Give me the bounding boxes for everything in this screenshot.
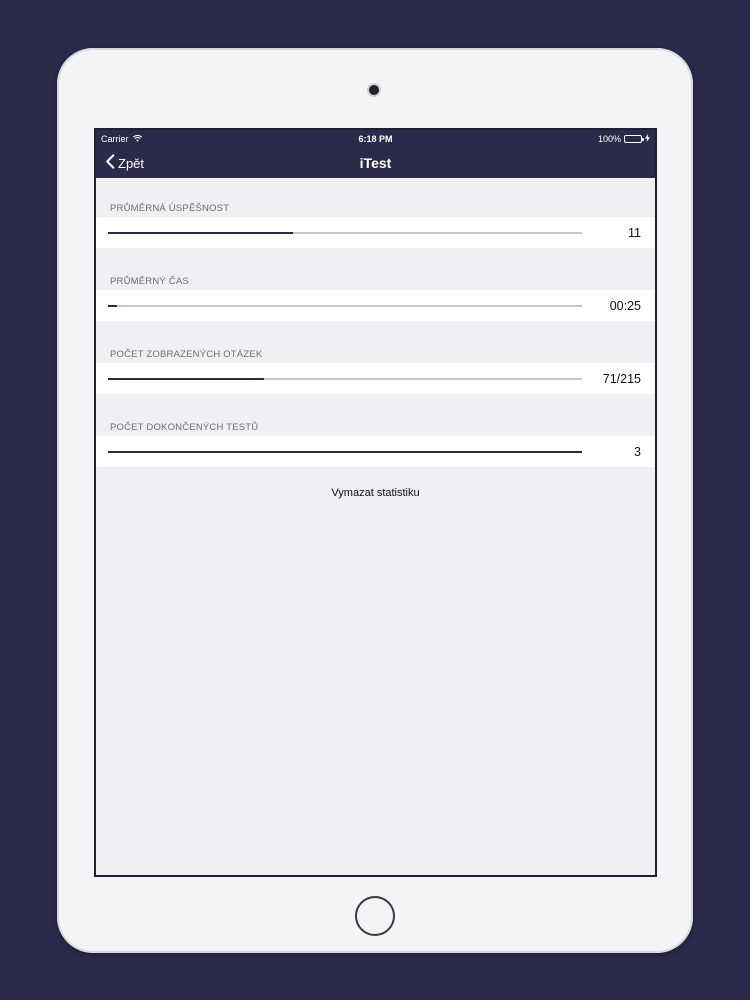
stat-section-success: PRŮMĚRNÁ ÚSPĚŠNOST 11 (96, 195, 655, 248)
battery-icon (624, 135, 644, 143)
section-header: PRŮMĚRNÝ ČAS (110, 276, 189, 287)
home-button[interactable] (355, 896, 395, 936)
navigation-bar: Zpět iTest (96, 148, 655, 178)
status-right: 100% (598, 134, 650, 144)
stat-row: 3 (96, 436, 655, 467)
charging-bolt-icon (645, 134, 650, 144)
top-bar: Carrier 6:18 PM 100% Zpět iTest (96, 130, 655, 178)
stat-section-tests: POČET DOKONČENÝCH TESTŮ 3 (96, 414, 655, 467)
section-header: POČET ZOBRAZENÝCH OTÁZEK (110, 349, 263, 360)
progress-fill (108, 450, 582, 453)
stat-row: 00:25 (96, 290, 655, 321)
section-header: POČET DOKONČENÝCH TESTŮ (110, 422, 259, 433)
stat-value: 71/215 (602, 371, 641, 386)
stat-value: 11 (628, 225, 641, 240)
chevron-left-icon (105, 154, 115, 172)
status-time: 6:18 PM (358, 134, 393, 144)
status-bar: Carrier 6:18 PM 100% (96, 130, 655, 148)
progress-fill (108, 377, 265, 380)
stat-value: 00:25 (609, 298, 641, 313)
stat-section-questions: POČET ZOBRAZENÝCH OTÁZEK 71/215 (96, 341, 655, 394)
clear-statistics-button[interactable]: Vymazat statistiku (331, 487, 419, 499)
stat-row: 71/215 (96, 363, 655, 394)
stat-row: 11 (96, 217, 655, 248)
progress-bar (108, 304, 582, 307)
progress-bar (108, 450, 582, 453)
camera (369, 85, 379, 95)
stats-list: PRŮMĚRNÁ ÚSPĚŠNOST 11 PRŮMĚRNÝ ČAS 00:25 (96, 178, 655, 499)
progress-bar (108, 377, 582, 380)
page-title: iTest (359, 155, 392, 171)
section-header: PRŮMĚRNÁ ÚSPĚŠNOST (110, 203, 230, 214)
battery-percentage: 100% (597, 134, 621, 144)
stat-value: 3 (634, 444, 641, 459)
tablet-device: Carrier 6:18 PM 100% Zpět iTest PRŮMĚRNÁ… (57, 48, 693, 953)
progress-bar (108, 231, 582, 234)
back-label: Zpět (118, 155, 145, 171)
progress-fill (108, 304, 118, 307)
back-button[interactable]: Zpět (96, 154, 144, 172)
progress-fill (108, 231, 293, 234)
stat-section-time: PRŮMĚRNÝ ČAS 00:25 (96, 268, 655, 321)
app-screen: Carrier 6:18 PM 100% Zpět iTest PRŮMĚRNÁ… (94, 128, 657, 877)
